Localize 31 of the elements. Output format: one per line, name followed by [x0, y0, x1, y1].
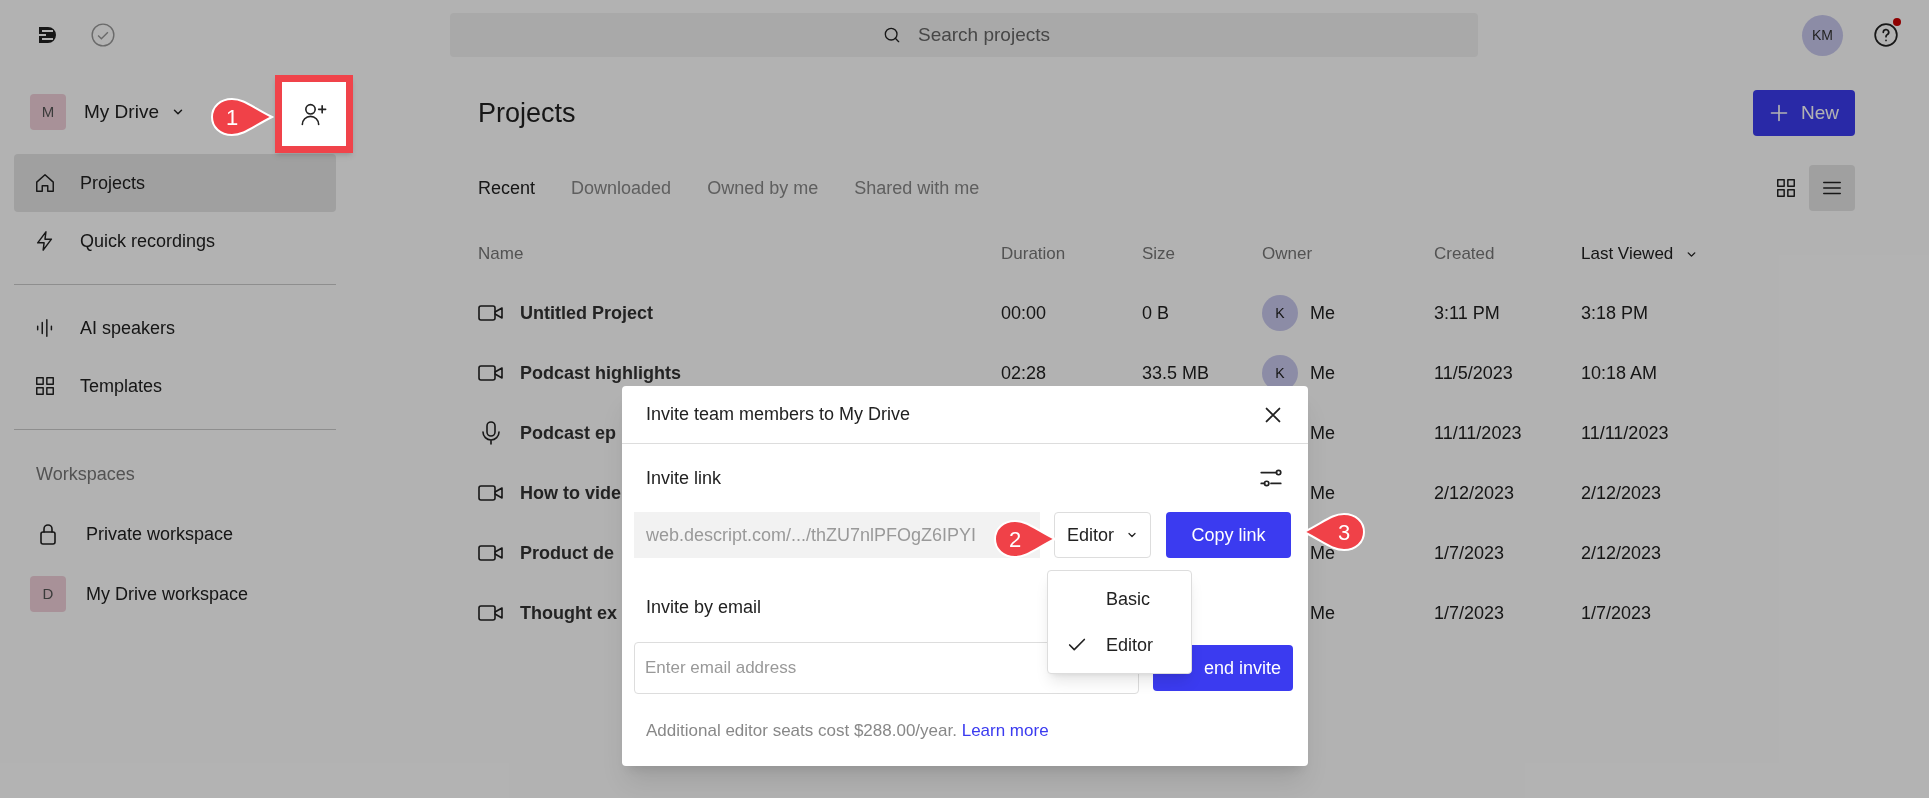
table-cell-text: 2/12/2023 [1581, 481, 1663, 505]
page-title: Projects [478, 96, 576, 130]
table-cell-text: 3:11 PM [1434, 301, 1501, 325]
table-cell-text: Me [1310, 601, 1335, 625]
table-cell-text: 2/12/2023 [1581, 541, 1663, 565]
section-heading: Workspaces [35, 462, 136, 486]
table-cell-text: 1/7/2023 [1434, 541, 1506, 565]
table-cell-text: 3:18 PM [1581, 301, 1650, 325]
owner-avatar: K [1262, 295, 1298, 331]
table-cell-text: 00:00 [1001, 301, 1048, 325]
dialog-title: Invite team members to My Drive [646, 403, 911, 426]
table-cell-text: 11/11/2023 [1434, 421, 1523, 445]
table-cell-text: 33.5 MB [1142, 361, 1211, 385]
table-cell-text: Me [1310, 361, 1335, 385]
table-cell-text: Me [1310, 421, 1335, 445]
table-cell-text: Me [1310, 301, 1335, 325]
table-cell-text: 1/7/2023 [1581, 601, 1653, 625]
section-heading: Invite link [646, 466, 722, 490]
workspace-avatar: D [30, 576, 66, 612]
table-cell-text: 0 B [1142, 301, 1171, 325]
table-cell-text: 11/5/2023 [1434, 361, 1514, 385]
pricing-note: Additional editor seats cost $288.00/year. Learn more [645, 720, 1050, 742]
table-cell-text: 2/12/2023 [1434, 481, 1516, 505]
table-cell-text: Me [1310, 481, 1335, 505]
table-cell-text: 10:18 AM [1581, 361, 1659, 385]
table-cell-text: 02:28 [1001, 361, 1048, 385]
drive-avatar: M [30, 94, 66, 130]
step-marker: 1 [210, 97, 276, 137]
section-heading: Invite by email [646, 595, 762, 619]
table-cell-text: 11/11/2023 [1581, 421, 1670, 445]
table-cell-text: 1/7/2023 [1434, 601, 1506, 625]
